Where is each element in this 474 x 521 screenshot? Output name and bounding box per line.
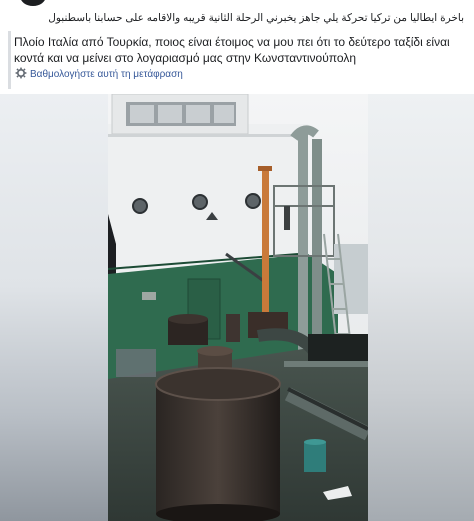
rate-translation-link[interactable]: Βαθμολογήστε αυτή τη μετάφραση: [30, 69, 183, 80]
video-blur-right: [368, 94, 474, 521]
post-translation-text: Πλοίο Ιταλία από Τουρκία, ποιος είναι έτ…: [14, 35, 450, 65]
video-blur-left: [0, 94, 108, 521]
ship-scene: [108, 94, 368, 521]
post-header-strip: [0, 0, 474, 10]
video-player[interactable]: [0, 94, 474, 521]
post-original-text: باخرة ايطاليا من تركيا تحركة يلي جاهز يخ…: [48, 12, 464, 24]
avatar[interactable]: [20, 0, 46, 6]
video-frame: [108, 94, 368, 521]
gear-icon: [15, 67, 27, 79]
